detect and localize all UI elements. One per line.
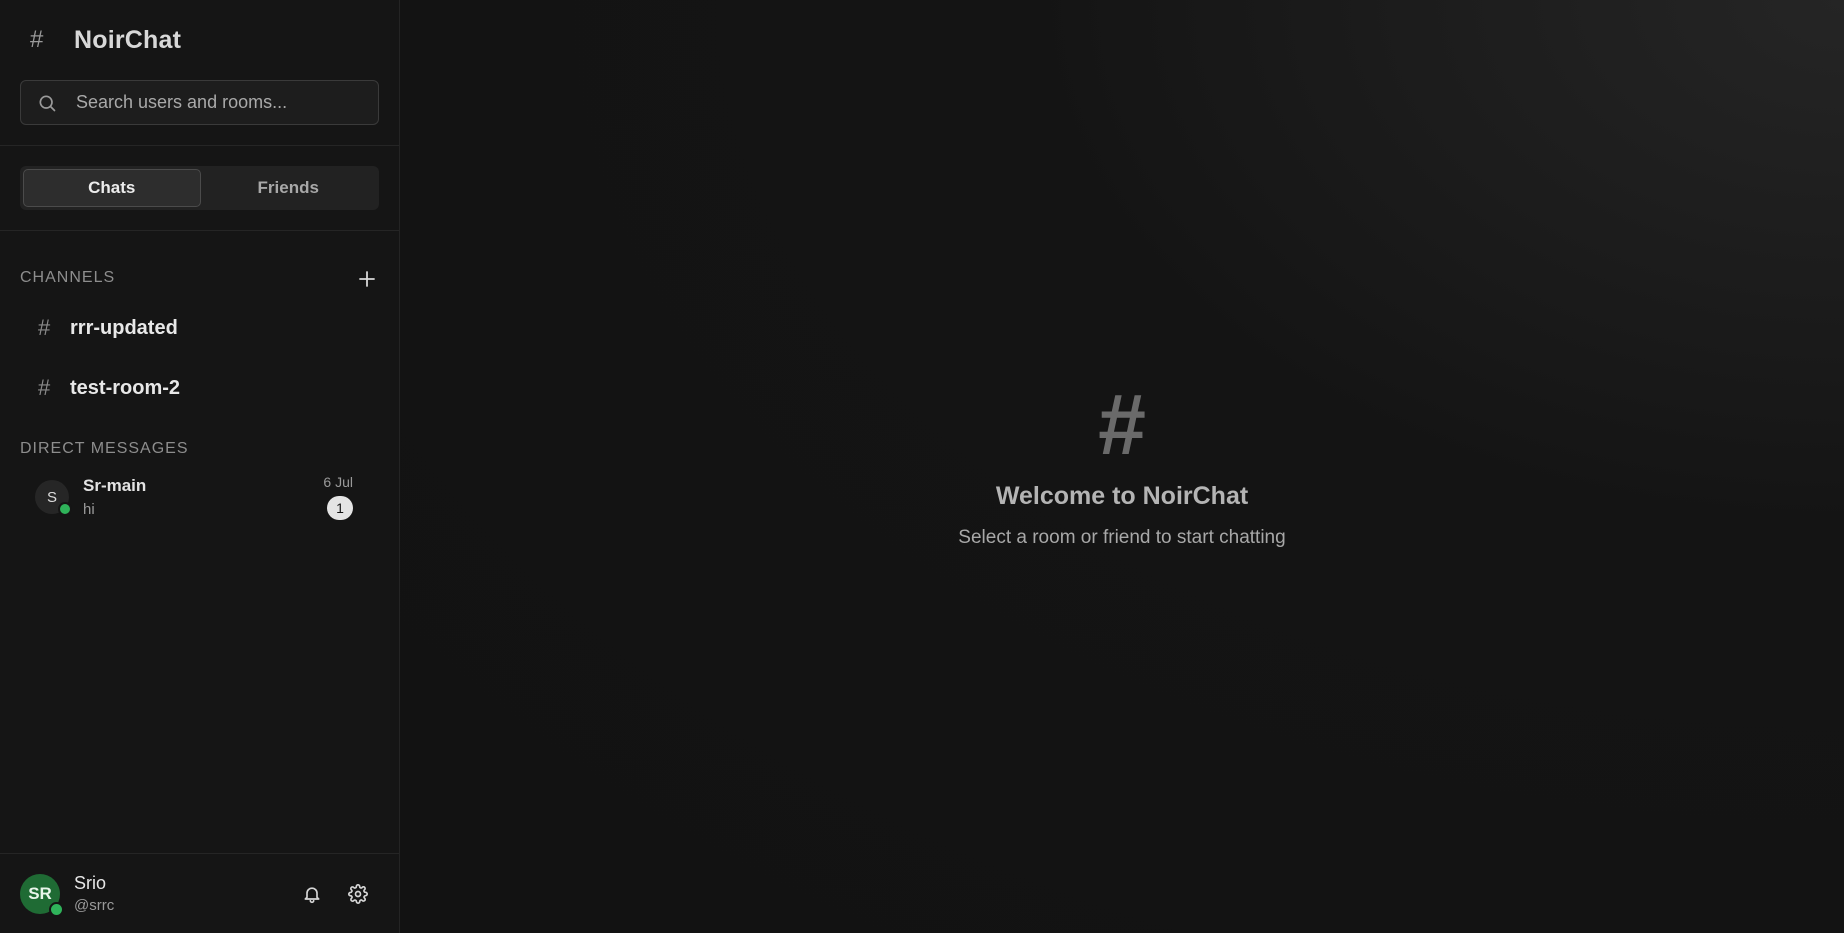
channels-header: CHANNELS bbox=[0, 267, 399, 289]
channel-name: rrr-updated bbox=[70, 316, 178, 339]
app-root: # NoirChat Chats Friends CHANNELS bbox=[0, 0, 1844, 933]
brand-header: # NoirChat bbox=[0, 0, 399, 80]
user-avatar[interactable]: SR bbox=[20, 873, 64, 917]
avatar: S bbox=[35, 480, 72, 516]
channel-item-test-room-2[interactable]: # test-room-2 bbox=[0, 358, 399, 418]
user-info: Srio @srrc bbox=[74, 873, 297, 914]
sidebar: # NoirChat Chats Friends CHANNELS bbox=[0, 0, 400, 933]
channels-label: CHANNELS bbox=[20, 269, 116, 286]
search-box[interactable] bbox=[20, 80, 379, 125]
dm-item-sr-main[interactable]: S Sr-main hi 6 Jul 1 bbox=[0, 466, 399, 528]
hash-icon: # bbox=[30, 26, 44, 53]
unread-badge: 1 bbox=[327, 496, 353, 520]
notifications-button[interactable] bbox=[297, 879, 327, 909]
channel-item-rrr-updated[interactable]: # rrr-updated bbox=[0, 298, 399, 358]
tabs-container: Chats Friends bbox=[0, 146, 399, 230]
search-container bbox=[0, 80, 399, 125]
add-channel-button[interactable] bbox=[359, 267, 375, 289]
welcome-screen: # Welcome to NoirChat Select a room or f… bbox=[400, 380, 1844, 549]
channel-name: test-room-2 bbox=[70, 376, 181, 399]
direct-messages-label: DIRECT MESSAGES bbox=[20, 440, 189, 457]
dm-date: 6 Jul bbox=[323, 474, 353, 490]
hash-icon: # bbox=[1098, 377, 1146, 473]
hash-icon: # bbox=[38, 315, 51, 340]
user-panel: SR Srio @srrc bbox=[0, 853, 399, 933]
divider bbox=[0, 230, 399, 231]
online-status-dot bbox=[58, 502, 72, 516]
user-name: Srio bbox=[74, 873, 107, 893]
bell-icon bbox=[304, 886, 320, 903]
search-icon bbox=[39, 95, 56, 111]
main-panel: # Welcome to NoirChat Select a room or f… bbox=[400, 0, 1844, 933]
app-title: NoirChat bbox=[74, 25, 182, 54]
tab-chats[interactable]: Chats bbox=[23, 169, 201, 207]
online-status-dot bbox=[49, 901, 64, 917]
welcome-subtitle: Select a room or friend to start chattin… bbox=[958, 527, 1286, 548]
direct-messages-header: DIRECT MESSAGES bbox=[0, 438, 399, 460]
dm-last-message: hi bbox=[83, 501, 95, 518]
settings-button[interactable] bbox=[343, 879, 373, 909]
dm-meta: 6 Jul 1 bbox=[323, 474, 353, 520]
dm-info: Sr-main hi bbox=[83, 476, 323, 518]
welcome-title: Welcome to NoirChat bbox=[995, 482, 1249, 510]
hash-icon: # bbox=[38, 375, 51, 400]
user-handle: @srrc bbox=[74, 897, 115, 914]
avatar-initial: S bbox=[46, 488, 57, 506]
search-input[interactable] bbox=[76, 92, 366, 113]
user-initials: SR bbox=[28, 883, 52, 903]
tab-friends[interactable]: Friends bbox=[201, 169, 377, 207]
dm-name: Sr-main bbox=[83, 476, 147, 495]
tab-bar: Chats Friends bbox=[20, 166, 379, 210]
plus-icon bbox=[359, 271, 375, 287]
gear-icon bbox=[348, 883, 368, 904]
user-actions bbox=[297, 879, 373, 909]
